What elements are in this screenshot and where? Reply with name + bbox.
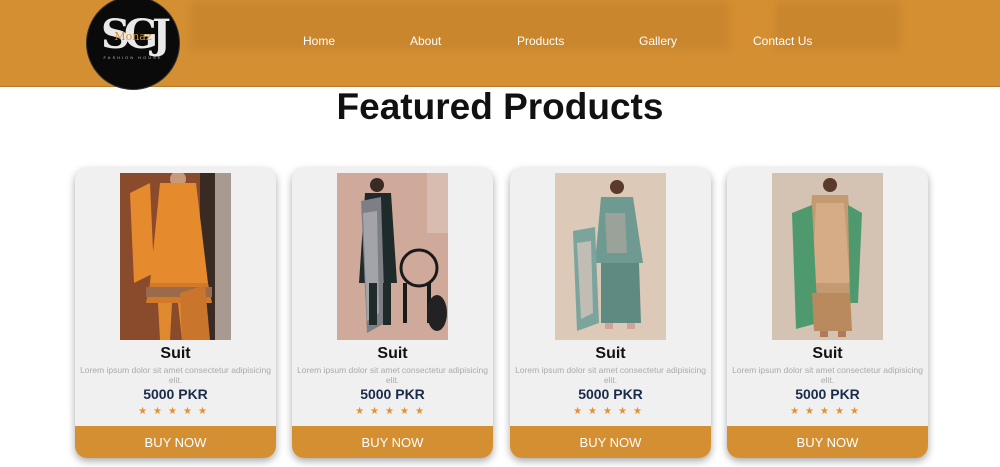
buy-now-button[interactable]: BUY NOW [75, 426, 276, 458]
logo-brand-name: Monaz [114, 30, 152, 43]
buy-now-button[interactable]: BUY NOW [727, 426, 928, 458]
brand-logo[interactable]: SGJ Monaz FASHION HOUSE [86, 0, 180, 90]
product-image[interactable] [772, 173, 883, 340]
nav-products-link[interactable]: Products [517, 34, 564, 48]
star-rating: ★★★★★ [573, 406, 648, 417]
product-card: Suit Lorem ipsum dolor sit amet consecte… [510, 168, 711, 458]
product-description: Lorem ipsum dolor sit amet consectetur a… [515, 365, 706, 385]
product-image[interactable] [555, 173, 666, 340]
product-name: Suit [377, 345, 408, 362]
product-card: Suit Lorem ipsum dolor sit amet consecte… [75, 168, 276, 458]
buy-now-button[interactable]: BUY NOW [292, 426, 493, 458]
star-rating: ★★★★★ [355, 406, 430, 417]
product-price: 5000 PKR [578, 386, 643, 402]
nav-gallery-link[interactable]: Gallery [639, 34, 677, 48]
star-rating: ★★★★★ [138, 406, 213, 417]
featured-products-heading: Featured Products [336, 86, 664, 127]
product-price: 5000 PKR [795, 386, 860, 402]
product-name: Suit [812, 345, 843, 362]
product-price: 5000 PKR [143, 386, 208, 402]
nav-about-link[interactable]: About [410, 34, 441, 48]
product-description: Lorem ipsum dolor sit amet consectetur a… [80, 365, 271, 385]
product-price: 5000 PKR [360, 386, 425, 402]
product-description: Lorem ipsum dolor sit amet consectetur a… [297, 365, 488, 385]
product-image[interactable] [120, 173, 231, 340]
buy-now-button[interactable]: BUY NOW [510, 426, 711, 458]
product-card: Suit Lorem ipsum dolor sit amet consecte… [292, 168, 493, 458]
star-rating: ★★★★★ [790, 406, 865, 417]
nav-contact-link[interactable]: Contact Us [753, 34, 812, 48]
top-navbar: SGJ Monaz FASHION HOUSE Home About Produ… [0, 0, 1000, 90]
product-name: Suit [595, 345, 626, 362]
product-card: Suit Lorem ipsum dolor sit amet consecte… [727, 168, 928, 458]
nav-home-link[interactable]: Home [303, 34, 335, 48]
product-description: Lorem ipsum dolor sit amet consectetur a… [732, 365, 923, 385]
product-image[interactable] [337, 173, 448, 340]
product-name: Suit [160, 345, 191, 362]
logo-subtitle: FASHION HOUSE [103, 55, 163, 60]
